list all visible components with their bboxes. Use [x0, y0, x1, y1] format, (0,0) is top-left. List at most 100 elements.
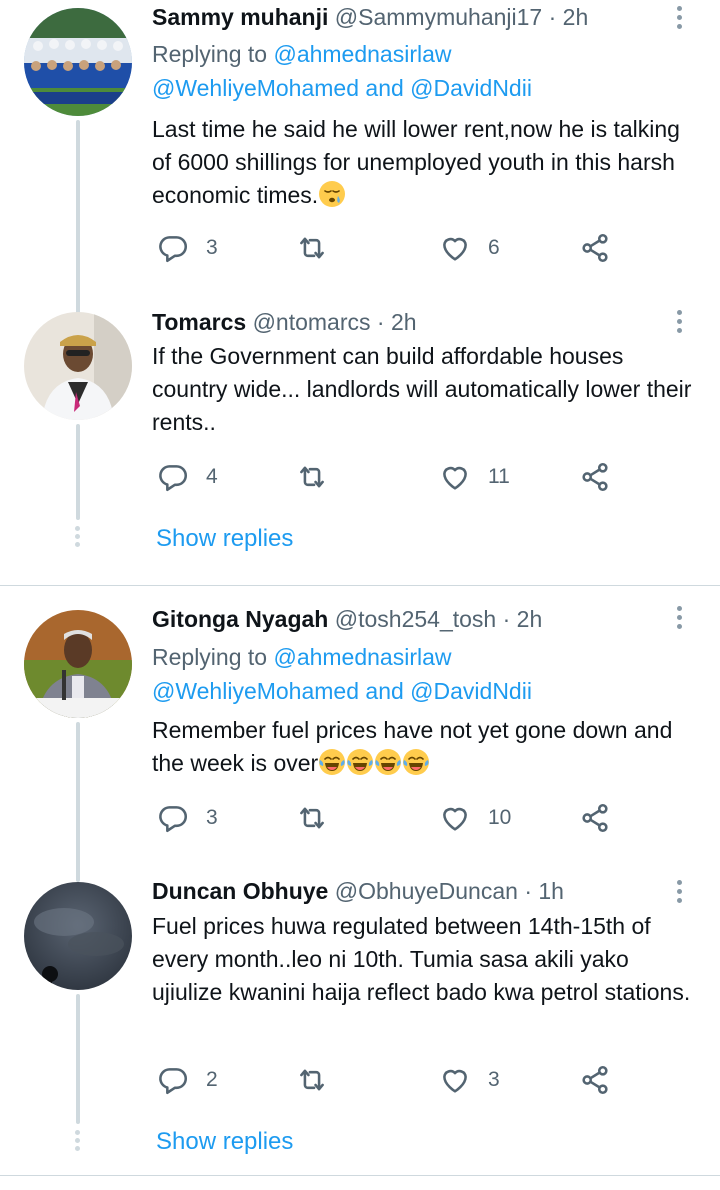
reply-button[interactable]: 3	[156, 798, 218, 838]
tweet-text-content: If the Government can build affordable h…	[152, 343, 692, 435]
reply-icon	[156, 1063, 190, 1097]
replying-to-and: and	[359, 75, 411, 101]
tweet[interactable]: Sammy muhanji @Sammymuhanji17 · 2h Reply…	[0, 0, 720, 315]
avatar[interactable]	[24, 8, 132, 116]
reply-button[interactable]: 3	[156, 228, 218, 268]
thread-line	[76, 994, 80, 1124]
author-handle[interactable]: @ntomarcs	[253, 309, 371, 335]
like-count: 10	[488, 806, 512, 829]
heart-icon	[438, 460, 472, 494]
reply-icon	[156, 460, 190, 494]
avatar[interactable]	[24, 610, 132, 718]
show-replies-link[interactable]: Show replies	[156, 524, 293, 554]
tweet[interactable]: Duncan Obhuye @ObhuyeDuncan · 1h Fuel pr…	[0, 870, 720, 1151]
retweet-icon	[295, 460, 329, 494]
like-count: 6	[488, 236, 500, 259]
tweet[interactable]: Tomarcs @ntomarcs · 2h If the Government…	[0, 300, 720, 547]
avatar-cloudy-sky	[24, 882, 132, 990]
avatar[interactable]	[24, 882, 132, 990]
tears-of-joy-emoji	[318, 748, 346, 776]
thread-line	[76, 424, 80, 520]
author-handle[interactable]: @tosh254_tosh	[335, 606, 496, 632]
retweet-button[interactable]	[295, 228, 329, 268]
retweet-icon	[295, 231, 329, 265]
mention-link[interactable]: @WehliyeMohamed	[152, 678, 359, 704]
more-options-icon[interactable]	[664, 6, 694, 40]
separator-dot: ·	[524, 878, 532, 904]
retweet-icon	[295, 1063, 329, 1097]
replying-to-and: and	[359, 678, 411, 704]
divider	[0, 585, 720, 586]
tweet-text-content: Last time he said he will lower rent,now…	[152, 116, 680, 208]
more-options-icon[interactable]	[664, 310, 694, 344]
author-name[interactable]: Sammy muhanji	[152, 4, 328, 30]
timestamp[interactable]: 2h	[563, 4, 589, 30]
tweet-text: Last time he said he will lower rent,now…	[152, 113, 700, 212]
mention-link[interactable]: @DavidNdii	[410, 678, 532, 704]
author-name[interactable]: Duncan Obhuye	[152, 878, 328, 904]
reply-count: 3	[206, 236, 218, 259]
author-handle[interactable]: @ObhuyeDuncan	[335, 878, 518, 904]
avatar[interactable]	[24, 312, 132, 420]
tweet-text: If the Government can build affordable h…	[152, 340, 700, 439]
tweet-header: Duncan Obhuye @ObhuyeDuncan · 1h	[152, 876, 660, 906]
share-icon	[578, 460, 612, 494]
tears-of-joy-emoji	[374, 748, 402, 776]
avatar-man-at-podium	[24, 610, 132, 718]
thread-dots	[75, 1130, 81, 1154]
avatar-man-white-suit	[24, 312, 132, 420]
share-button[interactable]	[578, 228, 612, 268]
share-button[interactable]	[578, 1060, 612, 1100]
timestamp[interactable]: 2h	[391, 309, 417, 335]
like-button[interactable]: 6	[438, 228, 500, 268]
reply-count: 4	[206, 465, 218, 488]
tweet-header: Tomarcs @ntomarcs · 2h	[152, 307, 660, 337]
tweet-text: Remember fuel prices have not yet gone d…	[152, 714, 700, 780]
like-button[interactable]: 11	[438, 457, 510, 497]
tweet-actions: 3 6	[152, 228, 622, 268]
timestamp[interactable]: 2h	[517, 606, 543, 632]
share-icon	[578, 231, 612, 265]
tweet-actions: 3 10	[152, 798, 622, 838]
like-count: 11	[488, 465, 510, 488]
mention-link[interactable]: @ahmednasirlaw	[273, 41, 451, 67]
author-name[interactable]: Tomarcs	[152, 309, 246, 335]
tweet-header: Sammy muhanji @Sammymuhanji17 · 2h	[152, 2, 660, 32]
retweet-button[interactable]	[295, 798, 329, 838]
show-replies-link[interactable]: Show replies	[156, 1127, 293, 1157]
share-button[interactable]	[578, 457, 612, 497]
like-button[interactable]: 3	[438, 1060, 500, 1100]
reply-button[interactable]: 2	[156, 1060, 218, 1100]
reply-count: 2	[206, 1068, 218, 1091]
share-button[interactable]	[578, 798, 612, 838]
sleepy-face-emoji	[318, 180, 346, 208]
replying-to-label: Replying to	[152, 41, 274, 67]
retweet-button[interactable]	[295, 457, 329, 497]
author-name[interactable]: Gitonga Nyagah	[152, 606, 328, 632]
like-button[interactable]: 10	[438, 798, 511, 838]
tweet-header: Gitonga Nyagah @tosh254_tosh · 2h	[152, 604, 660, 634]
mention-link[interactable]: @ahmednasirlaw	[273, 644, 451, 670]
heart-icon	[438, 1063, 472, 1097]
reply-icon	[156, 231, 190, 265]
more-options-icon[interactable]	[664, 880, 694, 914]
tweet[interactable]: Gitonga Nyagah @tosh254_tosh · 2h Replyi…	[0, 590, 720, 882]
tweet-actions: 4 11	[152, 457, 622, 497]
replying-to-label: Replying to	[152, 644, 274, 670]
separator-dot: ·	[548, 4, 557, 30]
reply-button[interactable]: 4	[156, 457, 218, 497]
mention-link[interactable]: @WehliyeMohamed	[152, 75, 359, 101]
author-handle[interactable]: @Sammymuhanji17	[335, 4, 542, 30]
thread-dots	[75, 526, 81, 550]
timestamp[interactable]: 1h	[538, 878, 564, 904]
tears-of-joy-emoji	[402, 748, 430, 776]
divider	[0, 1175, 720, 1176]
retweet-button[interactable]	[295, 1060, 329, 1100]
more-options-icon[interactable]	[664, 606, 694, 640]
thread-line	[76, 722, 80, 882]
heart-icon	[438, 231, 472, 265]
avatar-team-photo	[24, 8, 132, 116]
mention-link[interactable]: @DavidNdii	[410, 75, 532, 101]
reply-icon	[156, 801, 190, 835]
separator-dot: ·	[502, 606, 511, 632]
